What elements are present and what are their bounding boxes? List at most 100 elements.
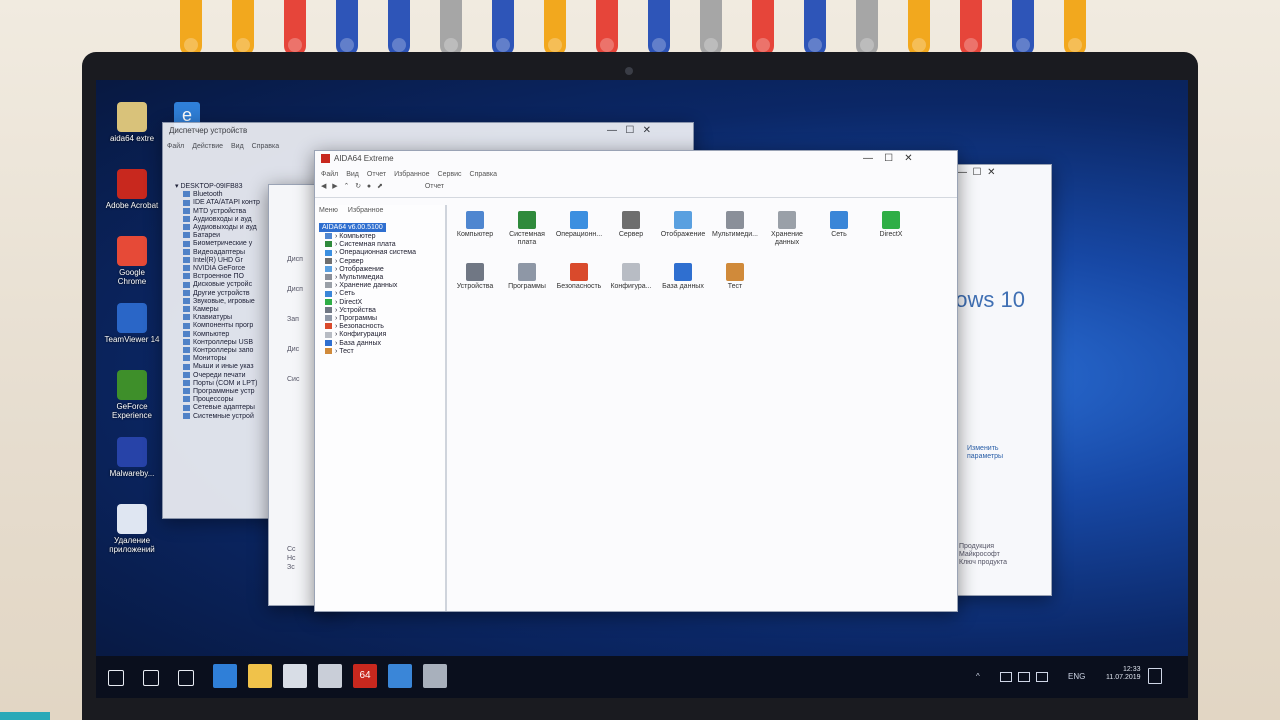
tree-item[interactable]: Программные устр: [175, 388, 260, 396]
menu-item[interactable]: Файл: [167, 143, 184, 150]
tree-item[interactable]: › Программы: [325, 315, 416, 323]
mail-icon[interactable]: [318, 664, 342, 688]
tree-item[interactable]: NVIDIA GeForce: [175, 265, 260, 273]
menu-item[interactable]: Файл: [321, 171, 338, 178]
settings-window[interactable]: — ☐ ✕ dows 10 Изменить параметры Продукци…: [946, 164, 1052, 596]
tree-item[interactable]: Другие устройств: [175, 290, 260, 298]
tree-item[interactable]: Аудиовходы и ауд: [175, 216, 260, 224]
aida64-window[interactable]: AIDA64 Extreme — ☐ ✕ Файл Вид Отчет Избранн…: [314, 150, 958, 612]
tree-item[interactable]: Intel(R) UHD Gr: [175, 257, 260, 265]
window-controls[interactable]: — ☐ ✕: [863, 153, 913, 164]
category-item[interactable]: Конфигура...: [605, 263, 657, 291]
settings-links[interactable]: Изменить параметры: [967, 445, 1003, 461]
tree-item[interactable]: Батареи: [175, 232, 260, 240]
device-tree[interactable]: ▾ DESKTOP-09IFB83 Bluetooth IDE ATA/ATAPI …: [175, 183, 260, 421]
up-icon[interactable]: ⌃: [343, 183, 349, 190]
tree-item[interactable]: Сетевые адаптеры: [175, 404, 260, 412]
battery-icon[interactable]: [1036, 672, 1048, 682]
user-icon[interactable]: ●: [367, 183, 371, 190]
category-item[interactable]: Мультимеди...: [709, 211, 761, 239]
menu-item[interactable]: Вид: [346, 171, 359, 178]
settings-link[interactable]: параметры: [967, 453, 1003, 461]
volume-icon[interactable]: [1018, 672, 1030, 682]
desktop-icon[interactable]: Malwareby...: [104, 437, 160, 478]
sidebar-tabs[interactable]: Меню Избранное: [315, 205, 445, 216]
tree-item[interactable]: Мониторы: [175, 355, 260, 363]
category-item[interactable]: Тест: [709, 263, 761, 291]
tree-item[interactable]: Очереди печати: [175, 372, 260, 380]
tray-item[interactable]: ENG: [1068, 672, 1085, 681]
category-item[interactable]: База данных: [657, 263, 709, 291]
tree-item[interactable]: › Системная плата: [325, 241, 416, 249]
back-icon[interactable]: ◀: [321, 183, 326, 190]
category-item[interactable]: Операционн...: [553, 211, 605, 239]
tree-item[interactable]: › Отображение: [325, 266, 416, 274]
edge-icon[interactable]: [213, 664, 237, 688]
menu-item[interactable]: Справка: [470, 171, 497, 178]
tree-item[interactable]: › База данных: [325, 340, 416, 348]
tree-item[interactable]: › Безопасность: [325, 323, 416, 331]
tree-item[interactable]: › Компьютер: [325, 233, 416, 241]
notification-icon[interactable]: [1148, 668, 1162, 684]
tree-item[interactable]: Компьютер: [175, 331, 260, 339]
category-item[interactable]: Сеть: [813, 211, 865, 239]
tree-item[interactable]: Bluetooth: [175, 191, 260, 199]
category-item[interactable]: Системная плата: [501, 211, 553, 246]
tree-item[interactable]: › Хранение данных: [325, 282, 416, 290]
clock[interactable]: 12:33 11.07.2019: [1106, 666, 1141, 682]
forward-icon[interactable]: ▶: [332, 183, 337, 190]
tree-item[interactable]: Клавиатуры: [175, 314, 260, 322]
category-item[interactable]: Компьютер: [449, 211, 501, 239]
aida64-icon[interactable]: 64: [353, 664, 377, 688]
tree-item[interactable]: Аудиовыходы и ауд: [175, 224, 260, 232]
category-item[interactable]: Безопасность: [553, 263, 605, 291]
tree-item[interactable]: Системные устрой: [175, 413, 260, 421]
category-tree[interactable]: › Компьютер › Системная плата › Операционн…: [325, 233, 416, 356]
menu-item[interactable]: Сервис: [438, 171, 462, 178]
tree-root[interactable]: AIDA64 v6.00.5100: [319, 223, 386, 232]
window-controls[interactable]: — ☐ ✕: [607, 125, 651, 136]
tree-item[interactable]: Видеоадаптеры: [175, 249, 260, 257]
explorer-icon[interactable]: [248, 664, 272, 688]
tree-item[interactable]: Камеры: [175, 306, 260, 314]
tree-item[interactable]: › Сеть: [325, 290, 416, 298]
sidebar-tab[interactable]: Меню: [319, 207, 338, 214]
chart-icon[interactable]: ⬈: [377, 183, 383, 190]
desktop-icon[interactable]: Google Chrome: [104, 236, 160, 286]
desktop-icon[interactable]: Удаление приложений: [104, 504, 160, 554]
desktop-icon[interactable]: TeamViewer 14: [104, 303, 160, 344]
tree-item[interactable]: › Устройства: [325, 307, 416, 315]
tree-item[interactable]: Мыши и иные указ: [175, 363, 260, 371]
start-icon[interactable]: [108, 670, 124, 686]
tree-item[interactable]: › DirectX: [325, 299, 416, 307]
desktop-icon[interactable]: GeForce Experience: [104, 370, 160, 420]
tree-root[interactable]: ▾ DESKTOP-09IFB83: [175, 183, 260, 191]
sidebar-tab[interactable]: Избранное: [348, 207, 383, 214]
report-label[interactable]: Отчет: [425, 183, 444, 190]
computer-icon[interactable]: [423, 664, 447, 688]
category-item[interactable]: Отображение: [657, 211, 709, 239]
menu-item[interactable]: Избранное: [394, 171, 429, 178]
tree-item[interactable]: IDE ATA/ATAPI контр: [175, 199, 260, 207]
category-item[interactable]: DirectX: [865, 211, 917, 239]
tree-item[interactable]: Контроллеры USB: [175, 339, 260, 347]
tree-item[interactable]: Компоненты прогр: [175, 322, 260, 330]
wifi-icon[interactable]: [1000, 672, 1012, 682]
category-item[interactable]: Сервер: [605, 211, 657, 239]
menu-item[interactable]: Справка: [252, 143, 279, 150]
menu-item[interactable]: Отчет: [367, 171, 386, 178]
tree-item[interactable]: Контроллеры запо: [175, 347, 260, 355]
tree-item[interactable]: Процессоры: [175, 396, 260, 404]
menu-item[interactable]: Действие: [192, 143, 223, 150]
tree-item[interactable]: Биометрические у: [175, 240, 260, 248]
store-icon[interactable]: [283, 664, 307, 688]
tree-item[interactable]: MTD устройства: [175, 208, 260, 216]
window-controls[interactable]: — ☐ ✕: [957, 167, 995, 178]
refresh-icon[interactable]: ↻: [355, 183, 361, 190]
settings-link[interactable]: Изменить: [967, 445, 1003, 453]
device-manager-icon[interactable]: [388, 664, 412, 688]
tree-item[interactable]: Дисковые устройс: [175, 281, 260, 289]
task-view-icon[interactable]: [178, 670, 194, 686]
tree-item[interactable]: › Тест: [325, 348, 416, 356]
search-icon[interactable]: [143, 670, 159, 686]
